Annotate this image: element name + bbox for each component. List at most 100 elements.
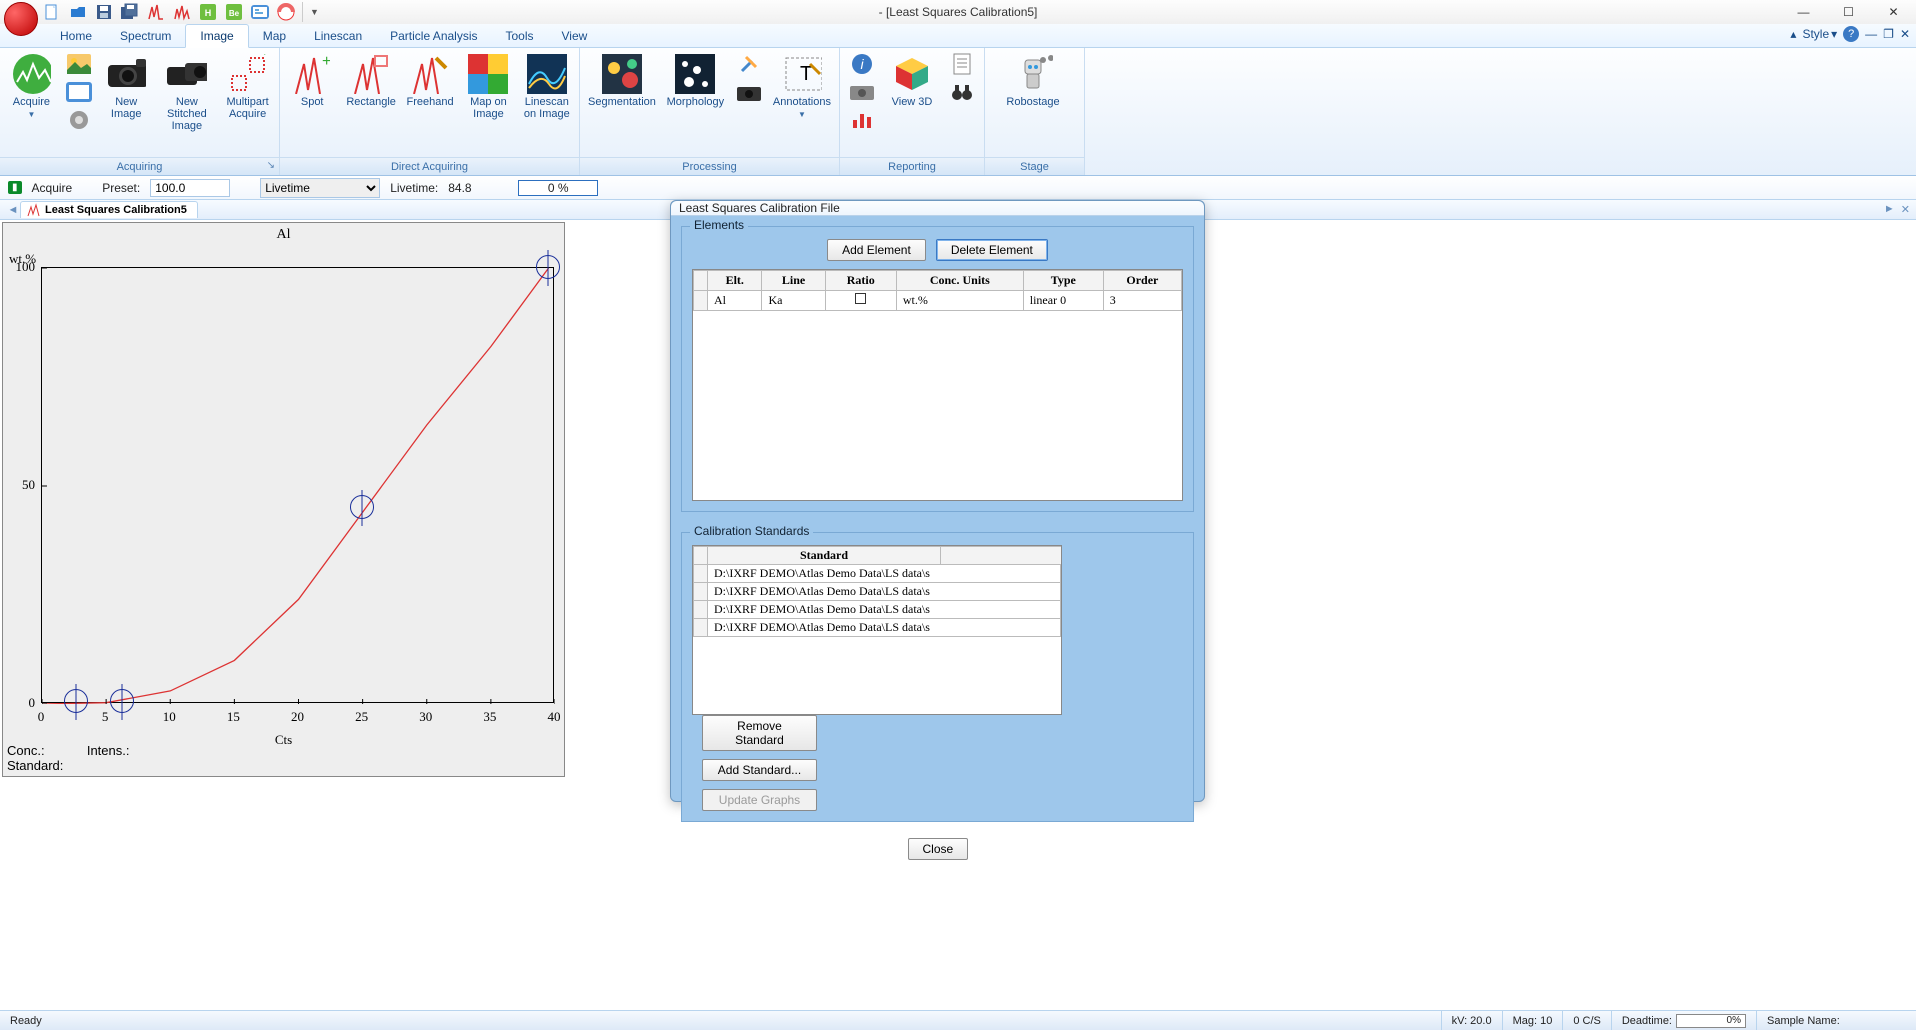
mdi-restore-icon[interactable]: ❐	[1883, 27, 1894, 41]
qat-spectrum-red-icon[interactable]	[146, 2, 166, 22]
list-item[interactable]: D:\IXRF DEMO\Atlas Demo Data\LS data\s	[694, 583, 1061, 601]
list-item[interactable]: D:\IXRF DEMO\Atlas Demo Data\LS data\s	[694, 565, 1061, 583]
svg-text:+: +	[260, 54, 268, 60]
annotations-button[interactable]: TAnnotations▼	[773, 52, 831, 119]
list-item[interactable]: D:\IXRF DEMO\Atlas Demo Data\LS data\s	[694, 601, 1061, 619]
report-settings-icon[interactable]	[65, 80, 93, 104]
qat-new-icon[interactable]	[42, 2, 62, 22]
data-point[interactable]	[536, 255, 560, 279]
chart-title: Al	[277, 227, 291, 243]
map-on-image-button[interactable]: Map on Image	[464, 52, 512, 120]
linescan-on-image-button[interactable]: Linescan on Image	[523, 52, 571, 120]
qat-hb-icon[interactable]: H	[198, 2, 218, 22]
camera-grey-icon[interactable]	[848, 80, 876, 104]
tab-view[interactable]: View	[548, 25, 602, 47]
main-workspace: Al wt.% Cts Conc.: Intens.: Standard: 05…	[0, 220, 1916, 1010]
tab-home[interactable]: Home	[46, 25, 106, 47]
update-graphs-button[interactable]: Update Graphs	[702, 789, 817, 811]
new-image-button[interactable]: New Image	[103, 52, 150, 120]
qat-be-icon[interactable]: Be	[224, 2, 244, 22]
chart-footer: Conc.: Intens.: Standard:	[7, 743, 129, 774]
new-stitched-image-button[interactable]: New Stitched Image	[160, 52, 215, 132]
preset-label: Preset:	[102, 181, 140, 195]
cube-3d-icon	[892, 54, 932, 94]
robostage-button[interactable]: Robostage	[993, 52, 1073, 108]
standards-grid[interactable]: Standard D:\IXRF DEMO\Atlas Demo Data\LS…	[692, 545, 1062, 715]
style-menu[interactable]: Style ▾	[1802, 27, 1837, 41]
acquire-text: Acquire	[32, 181, 73, 195]
acquire-icon	[11, 54, 51, 94]
elements-grid[interactable]: Elt. Line Ratio Conc. Units Type Order A…	[692, 269, 1183, 501]
qat-saveall-icon[interactable]	[120, 2, 140, 22]
table-row[interactable]: Al Ka wt.% linear 0 3	[694, 291, 1182, 311]
list-item[interactable]: D:\IXRF DEMO\Atlas Demo Data\LS data\s	[694, 619, 1061, 637]
doc-tab-icon	[27, 203, 41, 217]
document-icon[interactable]	[948, 52, 976, 76]
multipart-acquire-button[interactable]: + Multipart Acquire	[224, 52, 271, 120]
tab-map[interactable]: Map	[249, 25, 300, 47]
qat-customize-icon[interactable]: ▼	[302, 2, 322, 22]
dialog-title: Least Squares Calibration File	[671, 201, 1204, 216]
rectangle-button[interactable]: Rectangle	[346, 52, 396, 108]
tab-image[interactable]: Image	[185, 24, 248, 48]
tab-nav-left[interactable]: ◄	[6, 204, 20, 216]
morphology-button[interactable]: Morphology	[666, 52, 725, 108]
doc-tab-calibration[interactable]: Least Squares Calibration5	[20, 201, 198, 218]
view-3d-button[interactable]: View 3D	[886, 52, 938, 108]
image-settings-icon[interactable]	[65, 52, 93, 76]
dialog-close-button[interactable]: Close	[908, 838, 968, 860]
remove-standard-button[interactable]: Remove Standard	[702, 715, 817, 751]
checkbox-icon[interactable]	[855, 293, 866, 304]
delete-element-button[interactable]: Delete Element	[936, 239, 1048, 261]
chart-plot-area[interactable]	[41, 267, 554, 703]
freehand-button[interactable]: Freehand	[406, 52, 454, 108]
tab-linescan[interactable]: Linescan	[300, 25, 376, 47]
qat-help-icon[interactable]	[276, 2, 296, 22]
gear-icon[interactable]	[65, 108, 93, 132]
tab-particle-analysis[interactable]: Particle Analysis	[376, 25, 491, 47]
doc-tab-label: Least Squares Calibration5	[45, 204, 187, 216]
maximize-button[interactable]: ☐	[1826, 0, 1871, 24]
mode-select[interactable]: Livetime	[260, 178, 380, 198]
qat-save-icon[interactable]	[94, 2, 114, 22]
data-point[interactable]	[110, 689, 134, 713]
qat-open-icon[interactable]	[68, 2, 88, 22]
x-tick: 40	[548, 709, 561, 725]
mdi-close-icon[interactable]: ✕	[1900, 27, 1910, 41]
acquire-button[interactable]: Acquire ▼	[8, 52, 55, 119]
group-stage-label: Stage	[985, 157, 1084, 175]
tab-tools[interactable]: Tools	[492, 25, 548, 47]
group-acquiring-label: Acquiring↘	[0, 157, 279, 175]
launcher-icon[interactable]: ↘	[267, 160, 275, 171]
segmentation-button[interactable]: Segmentation	[588, 52, 656, 108]
minimize-button[interactable]: —	[1781, 0, 1826, 24]
spot-button[interactable]: +Spot	[288, 52, 336, 108]
y-tick: 0	[3, 695, 35, 711]
add-element-button[interactable]: Add Element	[827, 239, 926, 261]
multipart-icon: +	[228, 54, 268, 94]
chevron-down-icon: ▼	[798, 110, 806, 119]
chevron-down-icon: ▼	[27, 110, 35, 119]
add-standard-button[interactable]: Add Standard...	[702, 759, 817, 781]
acquire-indicator: ▮	[8, 181, 22, 194]
help-icon[interactable]: ?	[1843, 26, 1859, 42]
bar-chart-icon[interactable]	[848, 108, 876, 132]
data-point[interactable]	[350, 495, 374, 519]
mdi-minimize-icon[interactable]: —	[1865, 27, 1877, 41]
app-menu-button[interactable]	[4, 2, 38, 36]
qat-spectrum-red2-icon[interactable]	[172, 2, 192, 22]
progress-box: 0 %	[518, 180, 598, 196]
ribbon-minimize-icon[interactable]: ▴	[1790, 27, 1796, 41]
binoculars-icon[interactable]	[948, 80, 976, 104]
tools-small-icon[interactable]	[735, 52, 763, 76]
preset-input[interactable]	[150, 179, 230, 197]
tab-close-icon[interactable]: ✕	[1901, 203, 1910, 216]
qat-report-icon[interactable]	[250, 2, 270, 22]
info-icon[interactable]: i	[848, 52, 876, 76]
close-button[interactable]: ✕	[1871, 0, 1916, 24]
data-point[interactable]	[64, 689, 88, 713]
tab-nav-right[interactable]: ►	[1884, 203, 1895, 216]
style-label: Style	[1802, 27, 1829, 41]
camera-small-icon[interactable]	[735, 80, 763, 104]
tab-spectrum[interactable]: Spectrum	[106, 25, 185, 47]
